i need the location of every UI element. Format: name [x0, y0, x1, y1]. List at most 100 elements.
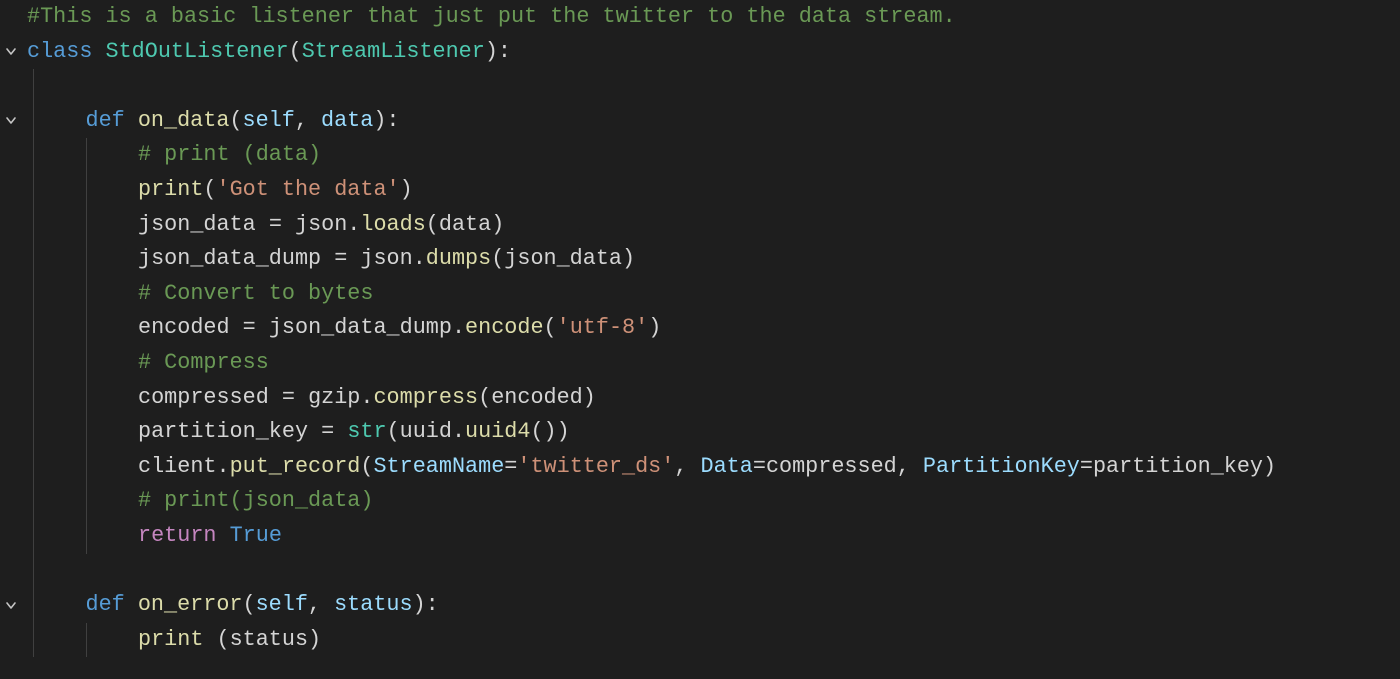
- indent-guide: [86, 311, 87, 346]
- code-token: ()): [530, 419, 569, 444]
- indent-guide: [86, 346, 87, 381]
- code-token: json.: [347, 246, 425, 271]
- code-token: =: [334, 246, 347, 271]
- indent-guide: [33, 277, 34, 312]
- indent-guide: [33, 311, 34, 346]
- code-token: partition_key): [1093, 454, 1276, 479]
- indent-guide: [33, 242, 34, 277]
- code-token: ):: [485, 39, 511, 64]
- indent-guide: [86, 623, 87, 658]
- code-token: (json_data): [491, 246, 635, 271]
- code-line[interactable]: return True: [27, 519, 1400, 554]
- code-token: self: [256, 592, 308, 617]
- code-token: self: [243, 108, 295, 133]
- code-token: status: [334, 592, 412, 617]
- code-token: (: [289, 39, 302, 64]
- code-line[interactable]: def on_error(self, status):: [27, 588, 1400, 623]
- code-line[interactable]: partition_key = str(uuid.uuid4()): [27, 415, 1400, 450]
- code-token: (status): [203, 627, 321, 652]
- indent-guide: [33, 69, 34, 104]
- code-token: # Convert to bytes: [138, 281, 373, 306]
- code-line[interactable]: # Compress: [27, 346, 1400, 381]
- indent-guide: [86, 277, 87, 312]
- indent-guide: [86, 242, 87, 277]
- code-token: encode: [465, 315, 543, 340]
- code-token: #This is a basic listener that just put …: [27, 4, 956, 29]
- code-token: 'Got the data': [217, 177, 400, 202]
- code-token: (encoded): [478, 385, 596, 410]
- code-line[interactable]: # Convert to bytes: [27, 277, 1400, 312]
- code-token: (: [243, 592, 256, 617]
- code-token: # Compress: [138, 350, 269, 375]
- code-line[interactable]: json_data_dump = json.dumps(json_data): [27, 242, 1400, 277]
- code-token: ,: [295, 108, 321, 133]
- indent-guide: [33, 346, 34, 381]
- code-line[interactable]: def on_data(self, data):: [27, 104, 1400, 139]
- indent-guide: [86, 519, 87, 554]
- code-token: ,: [674, 454, 700, 479]
- code-line[interactable]: class StdOutListener(StreamListener):: [27, 35, 1400, 70]
- indent-guide: [33, 173, 34, 208]
- indent-guide: [86, 173, 87, 208]
- code-token: # print(json_data): [138, 488, 373, 513]
- fold-gutter: [0, 0, 27, 679]
- code-token: on_error: [138, 592, 243, 617]
- indent-guide: [86, 208, 87, 243]
- indent-guide: [33, 450, 34, 485]
- code-token: data: [321, 108, 373, 133]
- indent-guide: [33, 381, 34, 416]
- code-line[interactable]: [27, 69, 1400, 104]
- code-token: compressed,: [766, 454, 923, 479]
- code-token: ):: [373, 108, 399, 133]
- code-token: (data): [426, 212, 504, 237]
- code-line[interactable]: encoded = json_data_dump.encode('utf-8'): [27, 311, 1400, 346]
- code-token: StdOutListener: [106, 39, 289, 64]
- code-token: StreamListener: [302, 39, 485, 64]
- code-token: json.: [282, 212, 360, 237]
- code-token: Data: [701, 454, 753, 479]
- code-line[interactable]: # print(json_data): [27, 484, 1400, 519]
- indent-guide: [86, 415, 87, 450]
- code-token: [216, 523, 229, 548]
- chevron-down-icon[interactable]: [3, 113, 19, 129]
- code-token: (: [544, 315, 557, 340]
- code-token: ):: [413, 592, 439, 617]
- code-token: put_record: [230, 454, 361, 479]
- code-line[interactable]: compressed = gzip.compress(encoded): [27, 381, 1400, 416]
- code-token: =: [282, 385, 295, 410]
- code-line[interactable]: [27, 554, 1400, 589]
- indent-guide: [86, 484, 87, 519]
- indent-guide: [33, 138, 34, 173]
- code-token: =: [321, 419, 334, 444]
- code-token: uuid4: [465, 419, 530, 444]
- code-token: (: [203, 177, 216, 202]
- code-token: (: [229, 108, 242, 133]
- chevron-down-icon[interactable]: [3, 44, 19, 60]
- indent-guide: [86, 450, 87, 485]
- code-line[interactable]: client.put_record(StreamName='twitter_ds…: [27, 450, 1400, 485]
- code-token: [125, 592, 138, 617]
- code-token: =: [269, 212, 282, 237]
- code-line[interactable]: #This is a basic listener that just put …: [27, 0, 1400, 35]
- code-token: partition_key: [138, 419, 321, 444]
- code-token: client.: [138, 454, 230, 479]
- code-line[interactable]: json_data = json.loads(data): [27, 208, 1400, 243]
- code-line[interactable]: print('Got the data'): [27, 173, 1400, 208]
- code-token: # print (data): [138, 142, 321, 167]
- code-line[interactable]: print (status): [27, 623, 1400, 658]
- code-token: ): [648, 315, 661, 340]
- code-token: =: [243, 315, 256, 340]
- code-token: class: [27, 39, 92, 64]
- code-token: return: [138, 523, 216, 548]
- indent-guide: [33, 104, 34, 139]
- code-token: loads: [360, 212, 425, 237]
- code-line[interactable]: # print (data): [27, 138, 1400, 173]
- code-token: (: [360, 454, 373, 479]
- code-token: print: [138, 177, 203, 202]
- indent-guide: [33, 484, 34, 519]
- code-token: json_data_dump.: [256, 315, 465, 340]
- code-editor[interactable]: #This is a basic listener that just put …: [27, 0, 1400, 679]
- chevron-down-icon[interactable]: [3, 598, 19, 614]
- indent-guide: [86, 381, 87, 416]
- indent-guide: [86, 138, 87, 173]
